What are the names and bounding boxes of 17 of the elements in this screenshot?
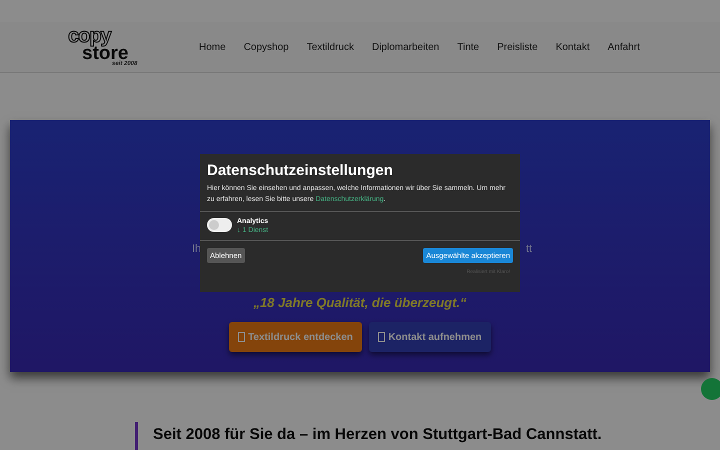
- toggle-switch[interactable]: [207, 218, 232, 232]
- dialog-title: Datenschutzeinstellungen: [206, 161, 394, 181]
- nav-link[interactable]: Anfahrt: [598, 38, 649, 56]
- nav-link[interactable]: Preisliste: [488, 38, 547, 56]
- logo-text: copy: [68, 26, 112, 45]
- nav-link[interactable]: Home: [190, 38, 235, 56]
- placeholder-icon: [378, 332, 386, 342]
- nav-link[interactable]: Textildruck: [298, 38, 363, 56]
- cta-button[interactable]: Kontakt aufnehmen: [369, 322, 491, 352]
- placeholder-icon: [238, 332, 246, 342]
- hero-quote: „18 Jahre Qualität, die überzeugt.“: [252, 295, 468, 310]
- nav-link[interactable]: Diplomarbeiten: [362, 38, 448, 56]
- nav-link[interactable]: Copyshop: [234, 38, 298, 56]
- nav-link[interactable]: Kontakt: [546, 38, 599, 56]
- hero-text: tt: [526, 243, 532, 255]
- nav-link[interactable]: Tinte: [448, 38, 488, 56]
- section-heading: Seit 2008 für Sie da – im Herzen von Stuttgart-Bad Cannstatt.: [135, 422, 720, 450]
